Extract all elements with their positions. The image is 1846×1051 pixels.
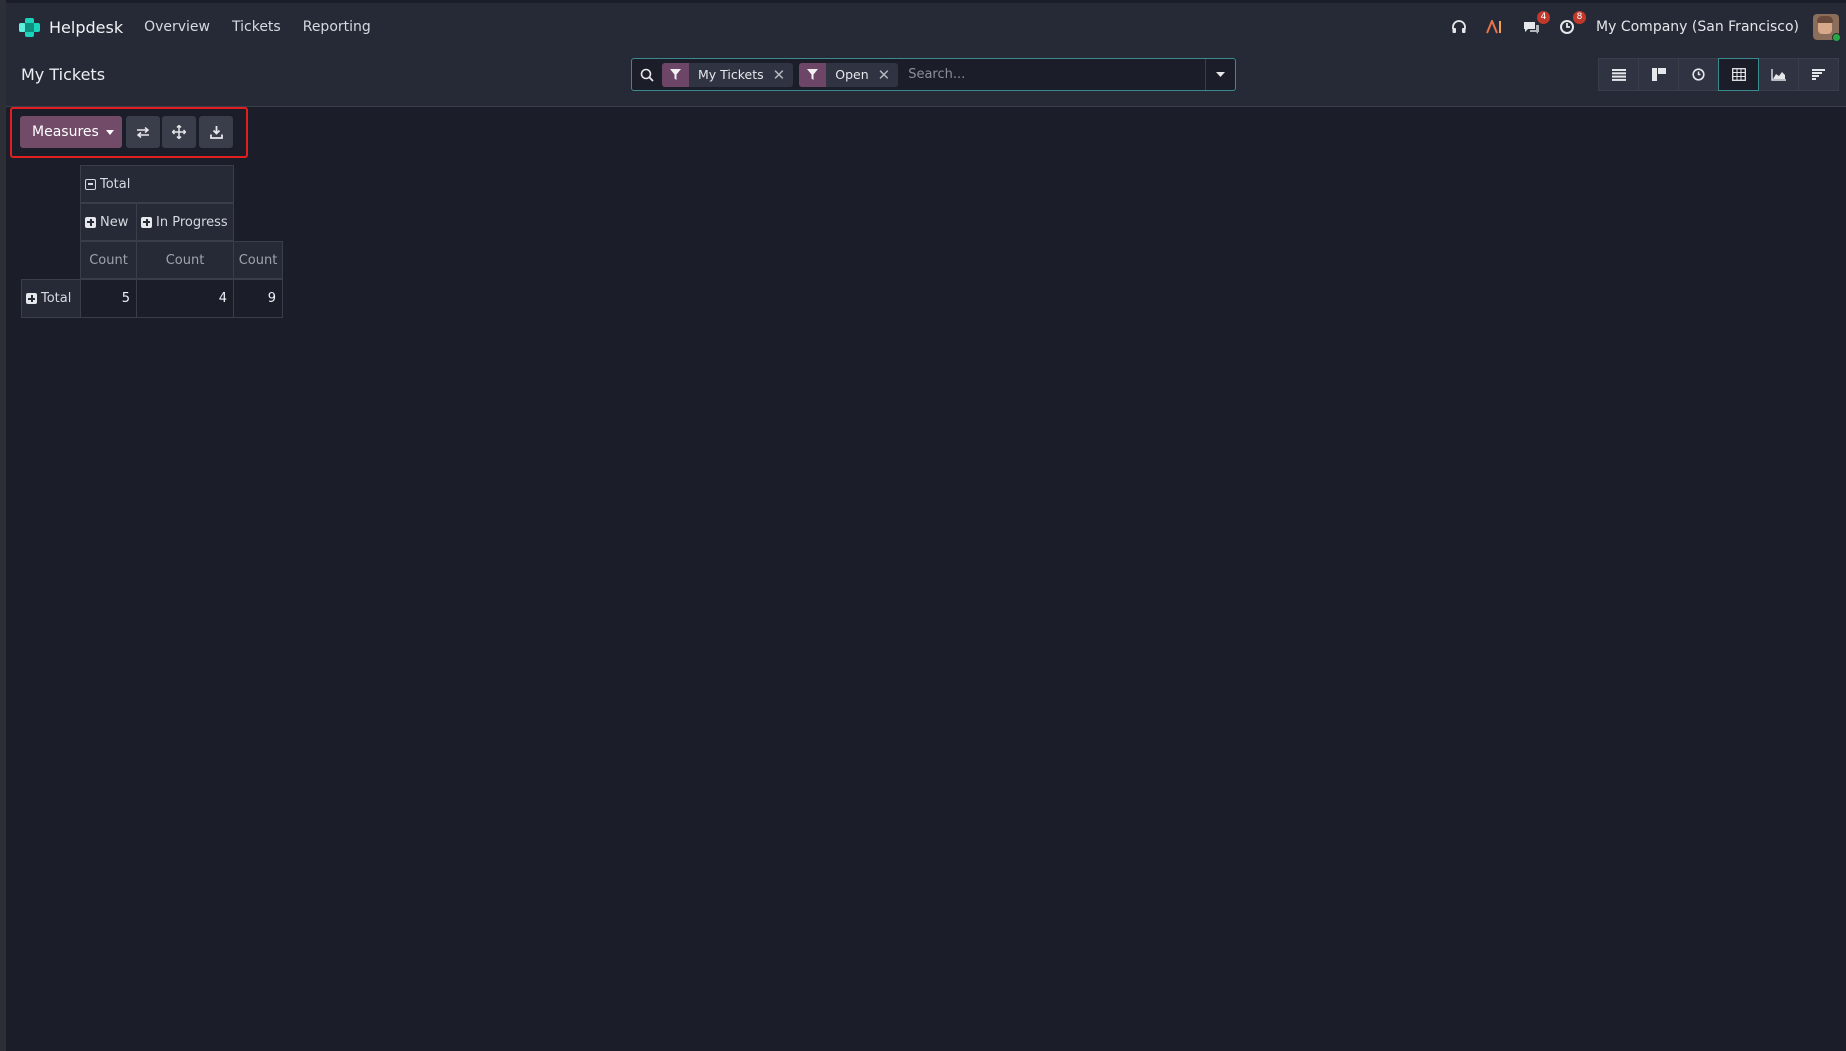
filter-icon bbox=[799, 62, 827, 87]
flip-axis-button[interactable] bbox=[126, 116, 160, 148]
facet-open: Open ✕ bbox=[799, 62, 899, 87]
menu-item-reporting[interactable]: Reporting bbox=[292, 19, 382, 35]
collapse-icon bbox=[85, 178, 96, 190]
measures-label: Measures bbox=[32, 124, 99, 140]
pivot-cell[interactable]: 9 bbox=[233, 279, 283, 318]
activity-view-button[interactable] bbox=[1678, 58, 1719, 91]
ai-assistant-icon[interactable] bbox=[1484, 16, 1506, 38]
main-navbar: Helpdesk Overview Tickets Reporting 4 8 … bbox=[6, 3, 1846, 51]
helpdesk-logo-icon bbox=[19, 17, 40, 37]
row-header-total[interactable]: Total bbox=[21, 279, 81, 318]
app-name: Helpdesk bbox=[49, 17, 124, 37]
col-header-total[interactable]: Total bbox=[80, 165, 234, 203]
messages-badge: 4 bbox=[1537, 11, 1551, 24]
pivot-view-button[interactable] bbox=[1718, 58, 1759, 91]
facet-remove-icon[interactable]: ✕ bbox=[773, 66, 794, 84]
filter-icon bbox=[662, 62, 689, 87]
col-header-in-progress[interactable]: In Progress bbox=[136, 203, 234, 241]
kanban-view-button[interactable] bbox=[1638, 58, 1679, 91]
pivot-cell[interactable]: 4 bbox=[136, 279, 234, 318]
measures-dropdown-button[interactable]: Measures bbox=[20, 116, 122, 148]
control-panel: My Tickets My Tickets ✕ Open ✕ bbox=[6, 51, 1846, 107]
clock-glyph-icon bbox=[1560, 20, 1575, 34]
headset-glyph-icon bbox=[1452, 20, 1466, 33]
measure-header[interactable]: Count bbox=[80, 241, 137, 279]
kanban-icon bbox=[1651, 68, 1666, 81]
search-input[interactable] bbox=[904, 60, 1205, 89]
systray: 4 8 My Company (San Francisco) bbox=[1448, 3, 1846, 51]
measure-header[interactable]: Count bbox=[136, 241, 234, 279]
expand-icon bbox=[26, 293, 37, 304]
window-edge bbox=[0, 0, 6, 1051]
view-switcher bbox=[1598, 58, 1839, 91]
graph-view-button[interactable] bbox=[1758, 58, 1799, 91]
measure-header[interactable]: Count bbox=[233, 241, 283, 279]
col-header-new[interactable]: New bbox=[80, 203, 137, 241]
presence-online-icon bbox=[1832, 33, 1841, 42]
caret-down-icon bbox=[1216, 71, 1225, 77]
area-chart-icon bbox=[1771, 68, 1786, 81]
download-icon bbox=[209, 125, 223, 139]
cohort-icon bbox=[1812, 69, 1825, 80]
activities-badge: 8 bbox=[1573, 11, 1587, 24]
ai-glyph-icon bbox=[1486, 20, 1502, 34]
company-switcher[interactable]: My Company (San Francisco) bbox=[1596, 19, 1799, 35]
activities-icon[interactable]: 8 bbox=[1556, 11, 1587, 38]
download-xlsx-button[interactable] bbox=[199, 116, 233, 148]
avatar-hair bbox=[1817, 16, 1833, 23]
list-view-button[interactable] bbox=[1598, 58, 1639, 91]
activity-clock-icon bbox=[1692, 68, 1705, 81]
facet-label: My Tickets bbox=[698, 67, 764, 82]
pivot-table-icon bbox=[1731, 68, 1746, 81]
expand-all-icon bbox=[172, 125, 186, 139]
list-icon bbox=[1611, 68, 1626, 81]
search-bar: My Tickets ✕ Open ✕ bbox=[631, 58, 1236, 91]
app-brand[interactable]: Helpdesk bbox=[19, 17, 124, 37]
facet-my-tickets: My Tickets ✕ bbox=[662, 62, 794, 87]
expand-icon bbox=[85, 216, 96, 228]
search-icon bbox=[632, 68, 662, 82]
pivot-cell[interactable]: 5 bbox=[80, 279, 137, 318]
row-header-label: Total bbox=[41, 291, 72, 306]
user-avatar[interactable] bbox=[1813, 14, 1841, 42]
voip-headset-icon[interactable] bbox=[1448, 16, 1470, 38]
cohort-view-button[interactable] bbox=[1798, 58, 1839, 91]
menu-item-overview[interactable]: Overview bbox=[133, 19, 221, 35]
col-header-label: New bbox=[100, 214, 129, 230]
chat-bubbles-icon bbox=[1523, 21, 1539, 34]
flip-axis-icon bbox=[136, 126, 150, 138]
search-options-toggle[interactable] bbox=[1205, 59, 1235, 90]
facet-remove-icon[interactable]: ✕ bbox=[878, 66, 899, 84]
messaging-icon[interactable]: 4 bbox=[1520, 11, 1551, 38]
facet-label: Open bbox=[835, 67, 869, 82]
col-header-label: Total bbox=[100, 176, 131, 192]
caret-down-icon bbox=[105, 129, 114, 135]
expand-all-button[interactable] bbox=[162, 116, 196, 148]
expand-icon bbox=[141, 216, 152, 228]
col-header-label: In Progress bbox=[156, 214, 228, 230]
menu-item-tickets[interactable]: Tickets bbox=[221, 19, 292, 35]
main-menu: Overview Tickets Reporting bbox=[133, 19, 382, 35]
page-title[interactable]: My Tickets bbox=[21, 65, 105, 84]
